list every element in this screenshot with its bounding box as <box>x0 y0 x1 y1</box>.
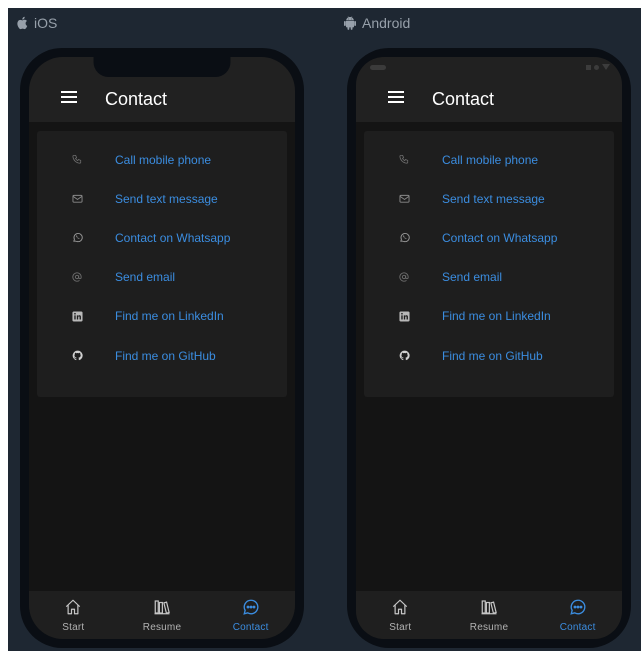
contact-item[interactable]: Find me on GitHub <box>364 336 614 375</box>
phone-icon <box>364 154 442 165</box>
contact-item-label: Find me on GitHub <box>115 348 216 363</box>
contact-item[interactable]: Send text message <box>364 179 614 218</box>
apple-icon <box>16 16 28 30</box>
page-title: Contact <box>432 89 495 109</box>
message-icon <box>364 194 442 204</box>
wifi-icon <box>594 64 599 70</box>
contact-item[interactable]: Call mobile phone <box>37 140 287 179</box>
tab-contact[interactable]: Contact <box>533 591 622 639</box>
tab-resume[interactable]: Resume <box>445 591 534 639</box>
library-icon <box>480 598 498 621</box>
contact-item-label: Find me on GitHub <box>442 348 543 363</box>
android-device-frame: Contact Call mobile phone Send text messa… <box>347 48 631 648</box>
at-sign-icon <box>37 272 115 282</box>
contact-item[interactable]: Send email <box>37 258 287 297</box>
library-icon <box>153 598 171 621</box>
contact-item-label: Send email <box>115 270 176 285</box>
contact-item-label: Send text message <box>442 191 545 206</box>
chat-bubble-icon <box>569 598 587 621</box>
phone-icon <box>37 154 115 165</box>
page-title: Contact <box>105 89 168 109</box>
home-icon <box>64 598 82 621</box>
contact-item-label: Find me on LinkedIn <box>442 309 551 324</box>
hamburger-menu-icon <box>388 90 404 108</box>
contact-item[interactable]: Call mobile phone <box>364 140 614 179</box>
contact-item[interactable]: Contact on Whatsapp <box>364 218 614 257</box>
tab-start[interactable]: Start <box>356 591 445 639</box>
contact-item-label: Contact on Whatsapp <box>442 230 558 245</box>
android-platform-label: Android <box>344 15 410 31</box>
tab-label: Resume <box>142 622 182 633</box>
contact-list: Call mobile phone Send text message Contac… <box>37 131 287 397</box>
linkedin-icon <box>364 311 442 322</box>
android-screen: Contact Call mobile phone Send text messa… <box>356 57 622 639</box>
preview-stage: iOS Android Contact Call mobile phone Sen… <box>8 8 641 651</box>
at-sign-icon <box>364 272 442 282</box>
contact-item-label: Send text message <box>115 191 218 206</box>
message-icon <box>37 194 115 204</box>
contact-item[interactable]: Contact on Whatsapp <box>37 218 287 257</box>
status-icons <box>586 64 610 70</box>
contact-item[interactable]: Send text message <box>37 179 287 218</box>
ios-label-text: iOS <box>34 15 58 31</box>
contact-item[interactable]: Send email <box>364 258 614 297</box>
home-icon <box>391 598 409 621</box>
ios-screen: Contact Call mobile phone Send text messa… <box>29 57 295 639</box>
android-label-text: Android <box>362 15 411 31</box>
battery-icon <box>602 64 610 70</box>
bottom-tab-bar: Start Resume Contact <box>356 591 622 639</box>
contact-item-label: Call mobile phone <box>442 152 539 167</box>
ios-menu-button[interactable] <box>29 76 79 122</box>
contact-item-label: Find me on LinkedIn <box>115 309 224 324</box>
signal-icon <box>586 64 591 70</box>
android-status-bar <box>356 57 622 75</box>
linkedin-icon <box>37 311 115 322</box>
contact-item[interactable]: Find me on LinkedIn <box>364 297 614 336</box>
github-icon <box>364 350 442 361</box>
github-icon <box>37 350 115 361</box>
contact-item-label: Contact on Whatsapp <box>115 230 231 245</box>
ios-notch <box>93 57 231 77</box>
tab-label: Start <box>62 622 85 633</box>
tab-label: Contact <box>559 622 596 633</box>
tab-contact[interactable]: Contact <box>206 591 295 639</box>
contact-list: Call mobile phone Send text message Contac… <box>364 131 614 397</box>
bottom-tab-bar: Start Resume Contact <box>29 591 295 639</box>
camera-pill <box>370 65 386 70</box>
chat-bubble-icon <box>242 598 260 621</box>
ios-platform-label: iOS <box>16 15 57 31</box>
contact-item-label: Send email <box>442 270 503 285</box>
hamburger-menu-icon <box>61 90 77 108</box>
tab-label: Resume <box>469 622 509 633</box>
contact-item[interactable]: Find me on GitHub <box>37 336 287 375</box>
tab-label: Start <box>389 622 412 633</box>
contact-item-label: Call mobile phone <box>115 152 212 167</box>
tab-label: Contact <box>232 622 269 633</box>
whatsapp-icon <box>37 232 115 243</box>
android-menu-button[interactable] <box>356 76 406 122</box>
android-icon <box>344 16 356 30</box>
contact-item[interactable]: Find me on LinkedIn <box>37 297 287 336</box>
tab-resume[interactable]: Resume <box>118 591 207 639</box>
tab-start[interactable]: Start <box>29 591 118 639</box>
ios-device-frame: Contact Call mobile phone Send text messa… <box>20 48 304 648</box>
whatsapp-icon <box>364 232 442 243</box>
